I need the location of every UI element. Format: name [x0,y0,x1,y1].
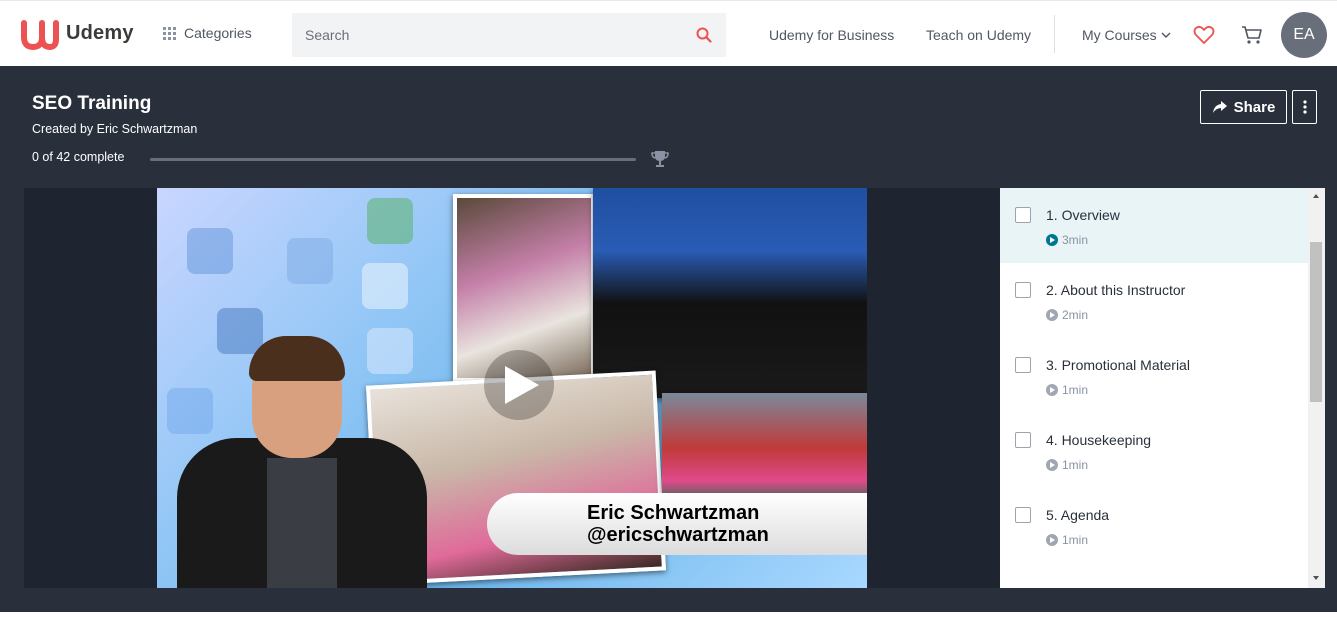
teach-on-udemy-link[interactable]: Teach on Udemy [926,27,1031,43]
progress-bar [150,158,636,161]
search-bar [292,13,726,57]
event-photo [593,188,867,398]
background-tile [187,228,233,274]
lecture-duration-text: 3min [1062,233,1089,247]
video-thumbnail: Eric Schwartzman @ericschwartzman [157,188,867,588]
search-icon[interactable] [696,27,712,43]
lower-third-handle: @ericschwartzman [587,524,769,546]
search-input[interactable] [292,13,672,57]
my-courses-label: My Courses [1082,27,1157,43]
play-circle-icon [1046,384,1058,396]
curriculum-sidebar: 1. Overview 3min 2. About this Instructor 2… [1000,188,1325,588]
lecture-item[interactable]: 5. Agenda 1min [1000,488,1308,563]
lecture-duration-text: 2min [1062,308,1089,322]
lecture-item[interactable]: 2. About this Instructor 2min [1000,263,1308,338]
lecture-duration: 1min [1046,458,1088,472]
lecture-duration: 2min [1046,308,1088,322]
play-circle-icon [1046,309,1058,321]
scroll-thumb[interactable] [1310,242,1322,402]
lecture-title: 4. Housekeeping [1046,432,1152,448]
lecture-complete-checkbox[interactable] [1015,207,1031,223]
lecture-item[interactable]: 1. Overview 3min [1000,188,1308,263]
sidebar-scrollbar[interactable] [1308,188,1325,588]
heart-icon[interactable] [1193,25,1215,45]
play-circle-icon [1046,534,1058,546]
scroll-up-arrow-icon[interactable] [1313,194,1319,198]
lecture-title: 2. About this Instructor [1046,282,1186,298]
categories-menu[interactable]: Categories [163,25,252,41]
course-player: SEO Training Created by Eric Schwartzman… [0,66,1337,612]
presenter-hair [249,336,345,381]
lecture-duration: 3min [1046,233,1088,247]
cart-icon[interactable] [1241,25,1263,45]
scroll-down-arrow-icon[interactable] [1313,576,1319,580]
background-tile [217,308,263,354]
background-tile [167,388,213,434]
vertical-dots-icon [1302,100,1307,114]
lecture-complete-checkbox[interactable] [1015,357,1031,373]
grid-icon [163,26,176,40]
lecture-duration: 1min [1046,533,1088,547]
lecture-title: 5. Agenda [1046,507,1110,523]
video-player[interactable]: Eric Schwartzman @ericschwartzman [24,188,1000,588]
event-photo [662,393,867,503]
background-tile [362,263,408,309]
lecture-complete-checkbox[interactable] [1015,432,1031,448]
lecture-duration-text: 1min [1062,533,1089,547]
share-button[interactable]: Share [1200,90,1287,124]
lecture-title: 1. Overview [1046,207,1120,223]
top-navbar: Udemy Categories Udemy for Business Teac… [0,0,1337,66]
lecture-duration-text: 1min [1062,458,1089,472]
more-options-button[interactable] [1292,90,1317,124]
course-title: SEO Training [32,93,152,114]
play-circle-icon [1046,459,1058,471]
udemy-for-business-link[interactable]: Udemy for Business [769,27,894,43]
share-arrow-icon [1212,101,1227,113]
share-label: Share [1233,98,1276,116]
lecture-complete-checkbox[interactable] [1015,507,1031,523]
udemy-logo[interactable]: Udemy [20,15,134,51]
name-lower-third: Eric Schwartzman @ericschwartzman [487,493,867,555]
background-tile [367,198,413,244]
presenter-shirt [267,458,337,588]
course-creator: Created by Eric Schwartzman [32,122,198,136]
lecture-duration-text: 1min [1062,383,1089,397]
lecture-complete-checkbox[interactable] [1015,282,1031,298]
my-courses-menu[interactable]: My Courses [1082,27,1171,43]
background-tile [287,238,333,284]
progress-text: 0 of 42 complete [32,150,125,164]
avatar[interactable]: EA [1281,12,1327,58]
nav-divider [1054,15,1055,53]
trophy-icon[interactable] [650,149,670,169]
background-tile [367,328,413,374]
play-button[interactable] [484,350,554,420]
brand-name: Udemy [66,21,134,44]
lower-third-name: Eric Schwartzman [587,502,760,524]
lecture-item[interactable]: 3. Promotional Material 1min [1000,338,1308,413]
lecture-duration: 1min [1046,383,1088,397]
lecture-title: 3. Promotional Material [1046,357,1190,373]
play-icon [505,366,539,404]
play-circle-icon [1046,234,1058,246]
lecture-item[interactable]: 4. Housekeeping 1min [1000,413,1308,488]
categories-label: Categories [184,25,252,41]
udemy-logo-icon [21,20,59,51]
chevron-down-icon [1161,32,1171,38]
